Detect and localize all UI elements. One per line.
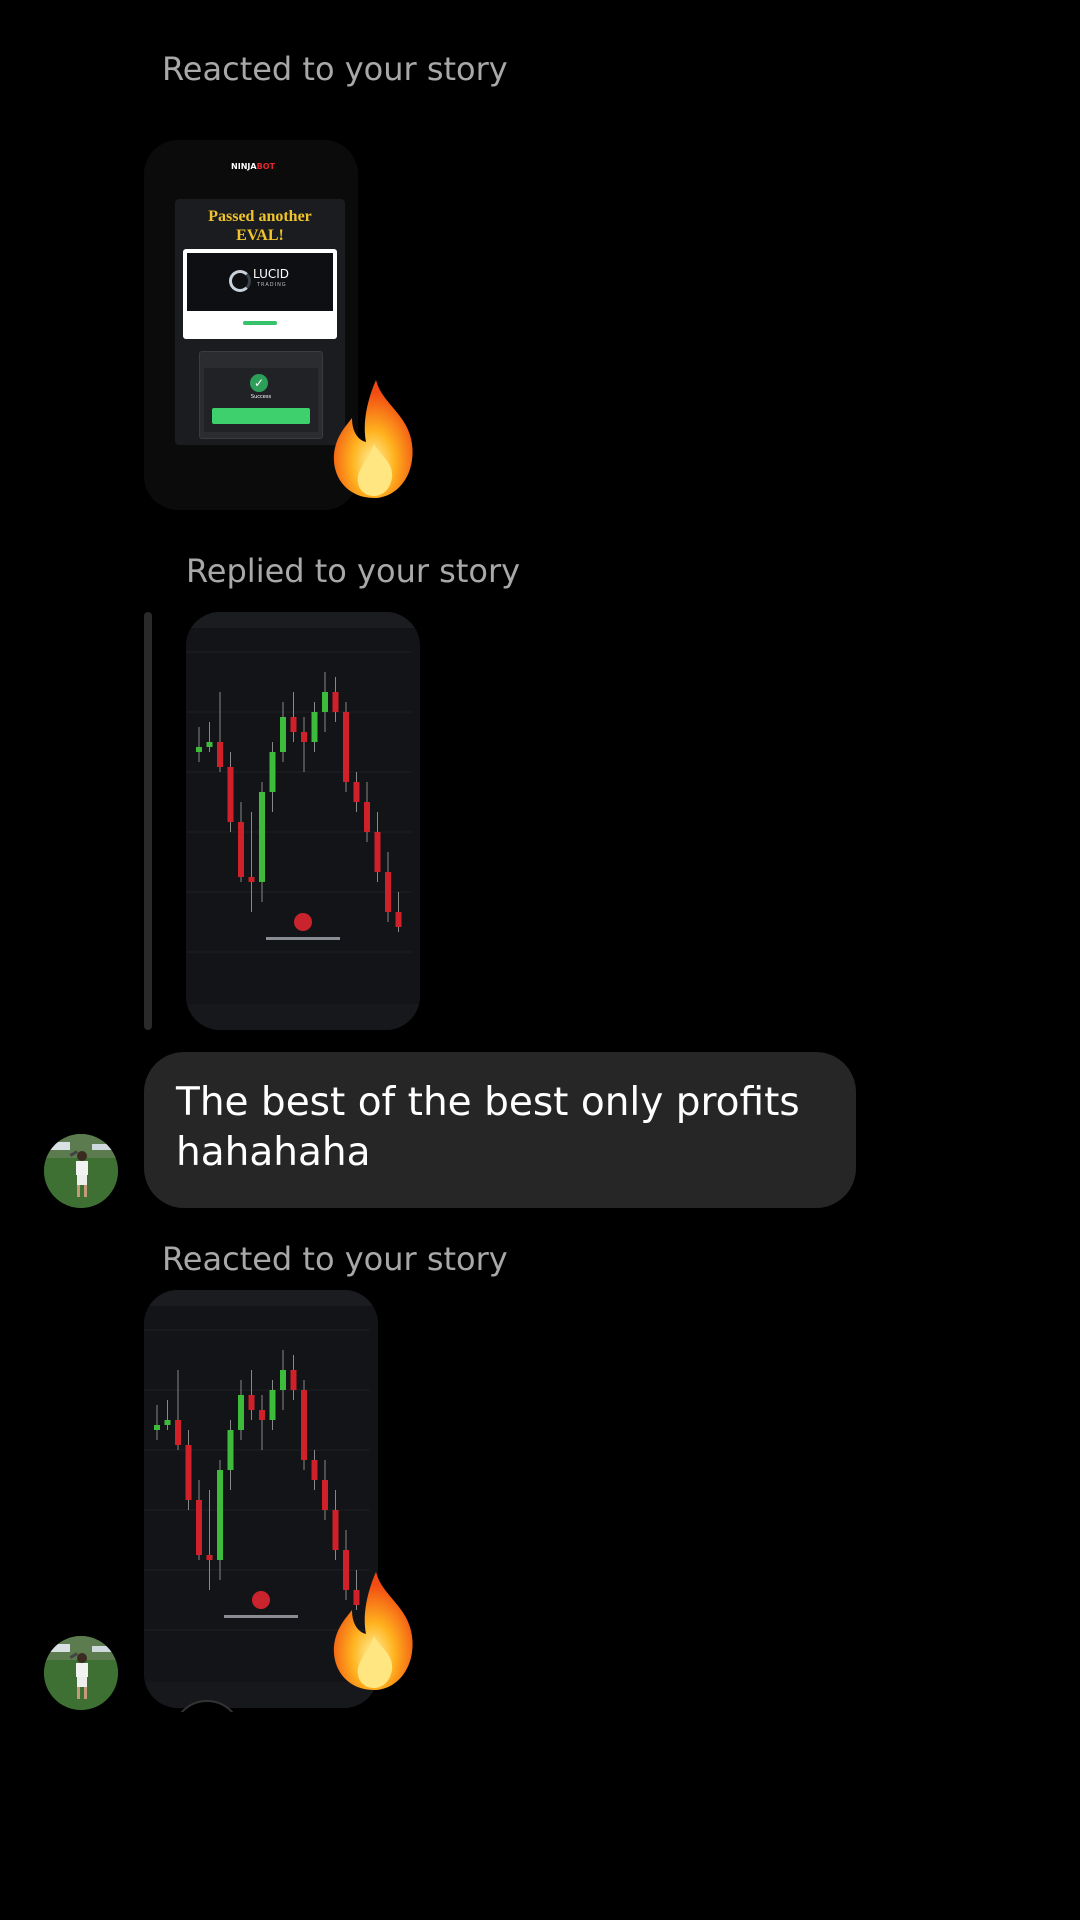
- candle-body: [311, 712, 318, 742]
- reply-indicator-bar: [144, 612, 152, 1030]
- candle-body: [374, 832, 381, 872]
- candle-body: [227, 767, 234, 822]
- chart-toolbar: [186, 612, 420, 628]
- candle-body: [322, 1480, 328, 1510]
- fire-reaction-icon: [333, 380, 413, 498]
- candle-body: [227, 1430, 234, 1470]
- candle-body: [175, 1420, 181, 1445]
- sender-avatar[interactable]: [44, 1134, 118, 1208]
- candle-body: [280, 717, 286, 752]
- candle-body: [217, 1470, 223, 1560]
- candle-body: [364, 802, 370, 832]
- watermark-logo-icon: [252, 1591, 270, 1609]
- empty-space: [0, 1712, 1080, 1920]
- candle-body: [332, 692, 339, 712]
- check-icon: ✓: [250, 374, 268, 392]
- partner-name: LUCID: [253, 267, 290, 281]
- candle-body: [290, 717, 297, 732]
- candle-body: [259, 1410, 265, 1420]
- fire-reaction-icon: [333, 1572, 413, 1690]
- partner-sub: TRADING: [257, 282, 287, 288]
- candle-body: [385, 872, 391, 912]
- chart-toolbar: [144, 1290, 378, 1306]
- success-title: Success: [250, 394, 272, 400]
- candle-body: [196, 747, 202, 752]
- candle-body: [343, 712, 349, 782]
- candle-body: [332, 1510, 339, 1550]
- candle-body: [301, 1390, 307, 1460]
- candle-body: [269, 1390, 276, 1420]
- candle-body: [269, 752, 276, 792]
- chart-background: [186, 612, 420, 1030]
- message-bubble[interactable]: The best of the best only profits hahaha…: [144, 1052, 856, 1208]
- candle-body: [301, 732, 307, 742]
- story-reply-label: Replied to your story: [186, 552, 521, 590]
- story-reaction-label-2: Reacted to your story: [162, 1240, 508, 1278]
- candle-body: [259, 792, 265, 882]
- candle-body: [290, 1370, 297, 1390]
- candle-body: [164, 1420, 171, 1425]
- partner-card: LUCID TRADING: [183, 249, 337, 339]
- candle-body: [206, 1555, 213, 1560]
- message-text: The best of the best only profits hahaha…: [176, 1080, 800, 1175]
- candle-body: [353, 782, 360, 802]
- candlestick-chart: [186, 612, 420, 1030]
- dm-thread: Reacted to your story NINJABOT Passed an…: [0, 0, 1080, 1920]
- brand-logo: NINJABOT: [231, 162, 275, 171]
- promo-headline: Passed another EVAL!: [208, 208, 312, 244]
- candle-body: [238, 1395, 244, 1430]
- sender-avatar[interactable]: [44, 1636, 118, 1710]
- watermark-text-bar: [224, 1615, 298, 1618]
- candle-body: [311, 1460, 318, 1480]
- candle-body: [280, 1370, 286, 1390]
- chart-time-axis: [186, 1004, 420, 1030]
- success-button: [212, 408, 310, 424]
- candle-body: [248, 1395, 255, 1410]
- candle-body: [206, 742, 213, 747]
- story-reaction-label-1: Reacted to your story: [162, 50, 508, 88]
- watermark-logo-icon: [294, 913, 312, 931]
- candle-body: [238, 822, 244, 877]
- success-dialog: ✓ Success: [199, 351, 323, 439]
- status-pill: [243, 321, 277, 325]
- candle-body: [217, 742, 223, 767]
- watermark-text-bar: [266, 937, 340, 940]
- story-thumbnail-chart-1[interactable]: [186, 612, 420, 1030]
- candle-body: [322, 692, 328, 712]
- candle-body: [154, 1425, 160, 1430]
- candle-body: [196, 1500, 202, 1555]
- candle-body: [395, 912, 402, 927]
- candle-body: [248, 877, 255, 882]
- candle-body: [185, 1445, 192, 1500]
- lucid-logo-icon: [229, 270, 251, 292]
